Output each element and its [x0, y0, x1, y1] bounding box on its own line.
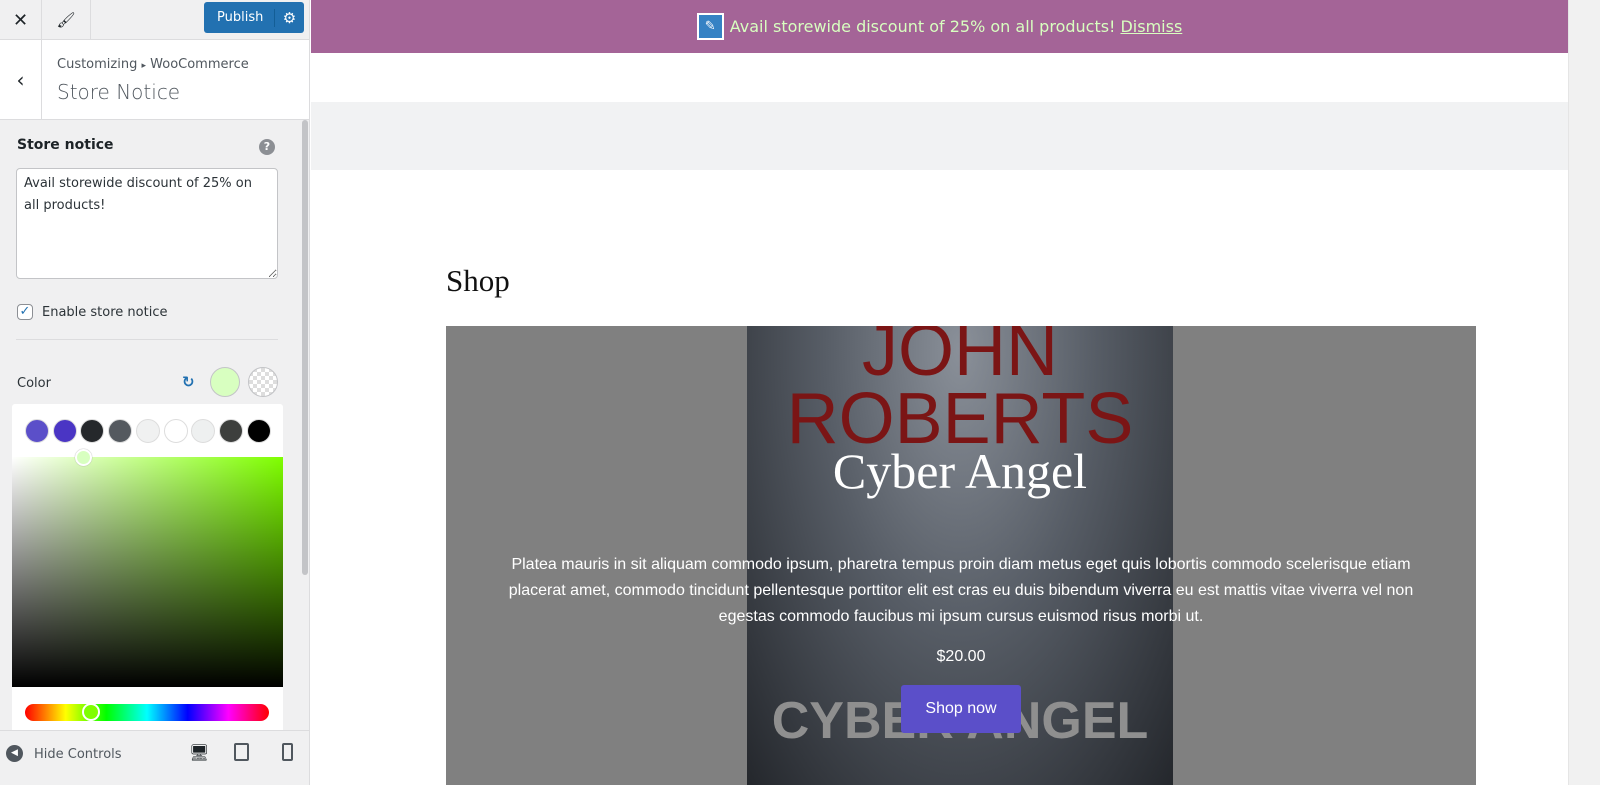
customizer-sidebar: ✕ 🖌 Publish ⚙ ‹ Customizing ▸ WooCommerc… [0, 0, 310, 785]
publish-label[interactable]: Publish [204, 10, 274, 25]
store-notice-banner: ✎ Avail storewide discount of 25% on all… [311, 0, 1568, 53]
shop-now-button[interactable]: Shop now [901, 685, 1021, 733]
desktop-preview-icon[interactable]: 🖥 [189, 743, 209, 762]
close-icon: ✕ [12, 9, 29, 31]
palette-swatch[interactable] [218, 419, 243, 443]
header-band [311, 102, 1568, 170]
palette-swatch[interactable] [246, 419, 271, 443]
chevron-left-icon: ‹ [16, 67, 25, 92]
hide-controls-icon[interactable]: ◀ [6, 745, 23, 762]
page-title: Store Notice [57, 80, 181, 104]
enable-store-notice-label[interactable]: Enable store notice [42, 305, 167, 320]
hue-slider[interactable] [25, 704, 269, 721]
store-notice-textarea[interactable]: Avail storewide discount of 25% on all p… [16, 168, 278, 279]
section-header: ‹ Customizing ▸ WooCommerce Store Notice [0, 40, 309, 120]
breadcrumb: Customizing ▸ WooCommerce [57, 57, 249, 72]
product-price: $20.00 [936, 648, 986, 665]
sidebar-scrollbar[interactable] [302, 120, 308, 575]
store-notice-label: Store notice [17, 137, 114, 153]
breadcrumb-root: Customizing [57, 57, 138, 72]
shop-heading: Shop [446, 263, 510, 298]
cover-title: Cyber Angel [832, 443, 1088, 499]
store-notice-text: Avail storewide discount of 25% on all p… [729, 17, 1116, 36]
reset-icon[interactable]: ↻ [182, 373, 195, 391]
product-description: Platea mauris in sit aliquam commodo ips… [508, 556, 1414, 625]
tablet-preview-icon[interactable] [234, 743, 249, 761]
publish-button[interactable]: Publish ⚙ [204, 2, 304, 33]
enable-store-notice-checkbox[interactable]: ✓ [17, 304, 33, 320]
hue-handle[interactable] [82, 703, 100, 721]
palette-swatch[interactable] [163, 419, 188, 443]
dismiss-link[interactable]: Dismiss [1120, 17, 1182, 36]
clear-color-button[interactable] [248, 367, 278, 397]
current-color-swatch[interactable] [210, 367, 240, 397]
palette-swatch[interactable] [25, 419, 49, 443]
palette-swatch[interactable] [108, 419, 133, 443]
customizer-footer: ◀ Hide Controls 🖥 [0, 730, 309, 785]
palette-swatch[interactable] [191, 419, 216, 443]
paintbrush-icon: 🖌 [56, 11, 76, 29]
palette-swatch[interactable] [52, 419, 77, 443]
preview-scrollbar[interactable] [1568, 0, 1600, 785]
gear-icon[interactable]: ⚙ [274, 8, 304, 27]
palette-swatch[interactable] [135, 419, 160, 443]
help-icon[interactable]: ? [259, 139, 275, 155]
cover-author-line1: JOHN [862, 326, 1058, 391]
site-preview: ✎ Avail storewide discount of 25% on all… [311, 0, 1600, 785]
saturation-handle[interactable] [75, 449, 92, 466]
breadcrumb-separator: ▸ [141, 61, 147, 71]
hide-controls-button[interactable]: Hide Controls [34, 747, 122, 762]
color-label: Color [17, 376, 51, 391]
close-button[interactable]: ✕ [0, 0, 42, 40]
divider [16, 339, 278, 340]
customize-button[interactable]: 🖌 [42, 0, 91, 40]
edit-pencil-icon[interactable]: ✎ [696, 13, 724, 40]
customizer-topbar: ✕ 🖌 Publish ⚙ [0, 0, 309, 40]
back-button[interactable]: ‹ [0, 40, 42, 119]
saturation-gradient[interactable] [12, 457, 283, 687]
product-hero: JOHN ROBERTS Cyber Angel CYBER ANGEL Pla… [446, 326, 1476, 785]
mobile-preview-icon[interactable] [282, 743, 293, 761]
breadcrumb-parent: WooCommerce [150, 57, 249, 72]
